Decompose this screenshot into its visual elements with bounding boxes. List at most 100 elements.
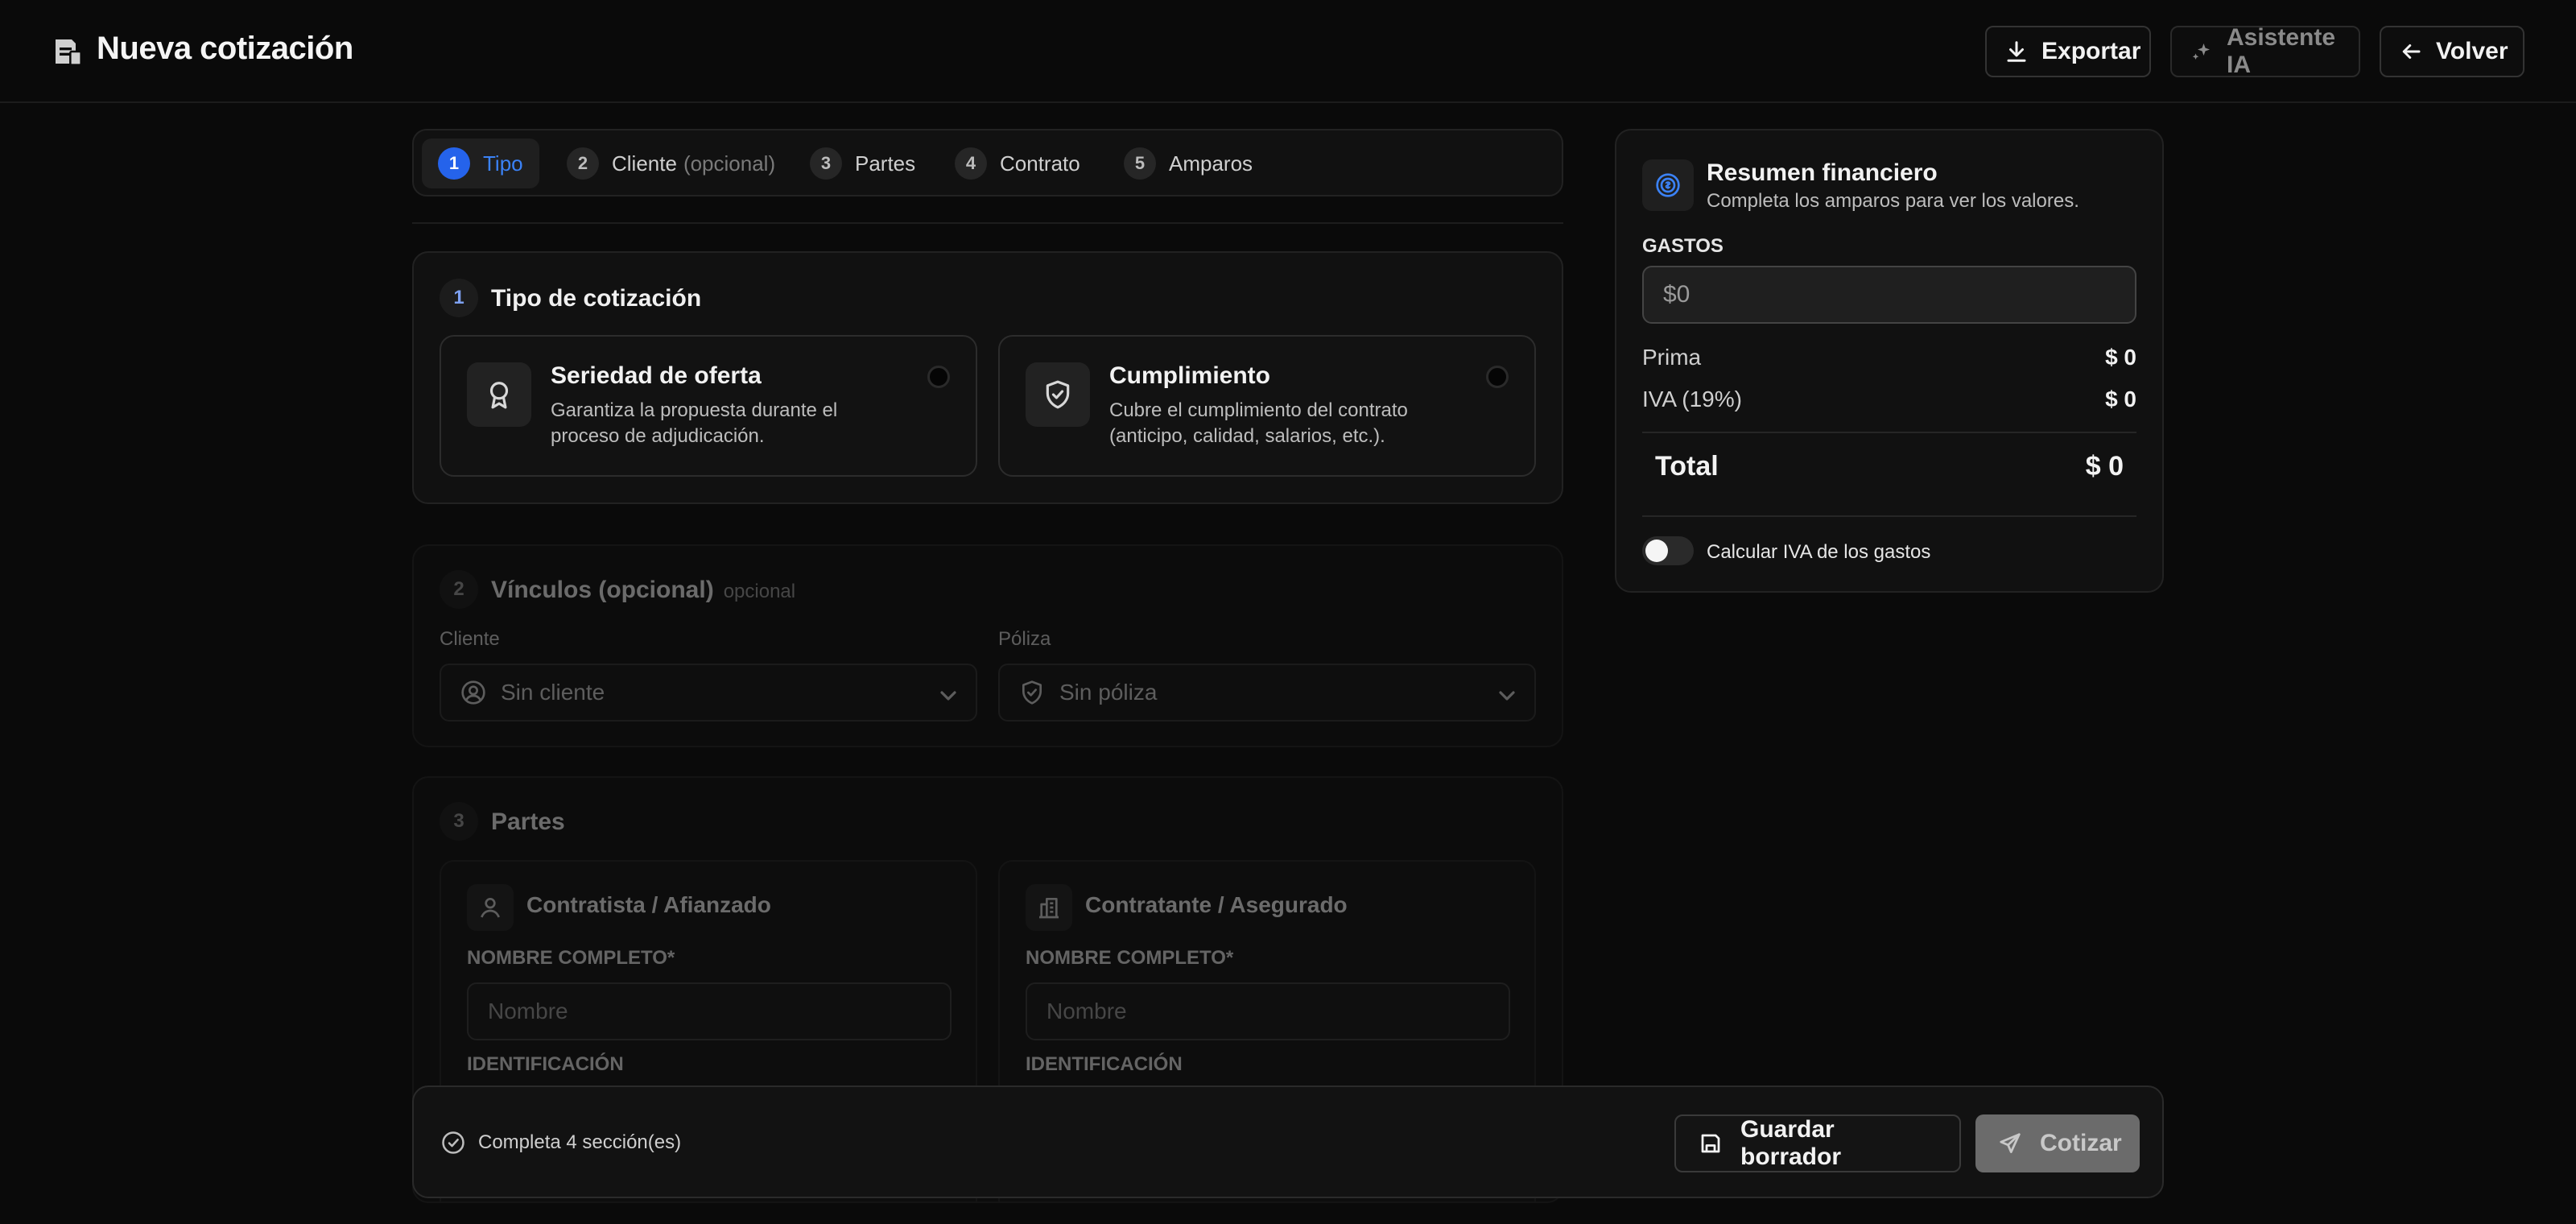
party-title: Contratante / Asegurado (1085, 892, 1348, 917)
iva-value: $ 0 (2105, 387, 2136, 411)
step-number: 3 (810, 147, 842, 180)
section-title: Vínculos (opcional) opcional (491, 577, 795, 604)
toggle-knob (1645, 540, 1668, 562)
expenses-input[interactable]: $0 (1642, 266, 2136, 324)
option-radio[interactable] (927, 366, 950, 388)
iva-row: IVA (19%) $ 0 (1642, 387, 2136, 412)
premium-value: $ 0 (2105, 345, 2136, 370)
id-label: IDENTIFICACIÓN (1026, 1053, 1183, 1075)
save-draft-label: Guardar borrador (1740, 1116, 1842, 1170)
divider (1642, 515, 2136, 517)
name-input[interactable]: Nombre (467, 982, 952, 1040)
export-button[interactable]: Exportar (1985, 26, 2151, 77)
total-value: $ 0 (2085, 451, 2124, 482)
sparkles-icon (2190, 39, 2214, 64)
send-icon (1998, 1131, 2022, 1156)
step-contrato[interactable]: 4 Contrato (939, 139, 1096, 188)
optional-tag: opcional (723, 581, 796, 602)
premium-label: Prima (1642, 345, 1702, 370)
chevron-down-icon (1494, 683, 1515, 704)
name-label: NOMBRE COMPLETO* (1026, 947, 1234, 969)
document-icon (52, 35, 84, 68)
section-tipo-cotizacion: 1 Tipo de cotización Seriedad de oferta … (412, 251, 1563, 504)
quote-button[interactable]: Cotizar (1975, 1114, 2140, 1172)
completion-status: Completa 4 sección(es) (441, 1131, 681, 1155)
dollar-circle-icon (1642, 159, 1694, 211)
option-title: Cumplimiento (1109, 362, 1270, 389)
policy-select[interactable]: Sin póliza (998, 664, 1536, 722)
step-number: 1 (438, 147, 470, 180)
expenses-label: GASTOS (1642, 235, 1724, 257)
check-circle-icon (441, 1131, 465, 1155)
summary-subtitle: Completa los amparos para ver los valore… (1707, 190, 2079, 212)
option-seriedad-oferta[interactable]: Seriedad de oferta Garantiza la propuest… (440, 335, 977, 477)
step-tipo[interactable]: 1 Tipo (422, 139, 539, 188)
step-label: Amparos (1169, 151, 1253, 176)
export-label: Exportar (2041, 38, 2141, 64)
top-bar: Nueva cotización Exportar Asistente IA V… (0, 0, 2576, 103)
step-label: Cliente (612, 151, 677, 176)
section-title: Partes (491, 808, 565, 835)
page-title: Nueva cotización (97, 31, 353, 66)
client-select[interactable]: Sin cliente (440, 664, 977, 722)
step-partes[interactable]: 3 Partes (794, 139, 931, 188)
step-label: Partes (855, 151, 916, 176)
summary-title: Resumen financiero (1707, 159, 1938, 186)
step-number: 2 (567, 147, 599, 180)
user-icon (467, 884, 514, 931)
option-cumplimiento[interactable]: Cumplimiento Cubre el cumplimiento del c… (998, 335, 1536, 477)
step-label: Tipo (483, 151, 523, 176)
section-number: 1 (440, 279, 478, 317)
step-number: 4 (955, 147, 987, 180)
premium-row: Prima $ 0 (1642, 345, 2136, 370)
award-icon (467, 362, 531, 427)
toggle-label: Calcular IVA de los gastos (1707, 541, 1931, 563)
financial-summary: Resumen financiero Completa los amparos … (1615, 129, 2164, 593)
chevron-down-icon (935, 683, 956, 704)
name-input[interactable]: Nombre (1026, 982, 1510, 1040)
total-label: Total (1655, 451, 1719, 482)
completion-status-text: Completa 4 sección(es) (478, 1131, 682, 1153)
shield-check-icon (1026, 362, 1090, 427)
back-label: Volver (2436, 38, 2508, 64)
download-icon (2004, 39, 2029, 64)
client-select-value: Sin cliente (501, 680, 605, 705)
building-icon (1026, 884, 1072, 931)
option-description: Garantiza la propuesta durante el proces… (551, 399, 838, 447)
client-label: Cliente (440, 628, 500, 650)
step-optional-suffix: (opcional) (683, 151, 776, 176)
policy-label: Póliza (998, 628, 1051, 650)
policy-select-value: Sin póliza (1059, 680, 1158, 705)
save-icon (1699, 1131, 1723, 1156)
divider (412, 222, 1563, 224)
step-cliente[interactable]: 2 Cliente (opcional) (551, 139, 791, 188)
step-number: 5 (1124, 147, 1156, 180)
section-number: 2 (440, 570, 478, 609)
shield-check-icon (1019, 680, 1045, 705)
arrow-left-icon (2399, 39, 2423, 64)
step-label: Contrato (1000, 151, 1080, 176)
step-amparos[interactable]: 5 Amparos (1108, 139, 1269, 188)
save-draft-button[interactable]: Guardar borrador (1674, 1114, 1961, 1172)
section-title-text: Vínculos (opcional) (491, 577, 714, 603)
id-label: IDENTIFICACIÓN (467, 1053, 624, 1075)
ai-assistant-label: Asistente IA (2227, 24, 2336, 78)
option-description: Cubre el cumplimiento del contrato (anti… (1109, 399, 1408, 447)
section-number: 3 (440, 802, 478, 841)
iva-label: IVA (19%) (1642, 387, 1742, 411)
stepper: 1 Tipo 2 Cliente (opcional) 3 Partes 4 C… (412, 129, 1563, 196)
total-row: Total $ 0 (1655, 451, 2124, 482)
quote-label: Cotizar (2040, 1130, 2122, 1156)
action-bar: Completa 4 sección(es) Guardar borrador … (412, 1085, 2164, 1198)
ai-assistant-button[interactable]: Asistente IA (2170, 24, 2360, 78)
iva-expenses-toggle[interactable] (1642, 536, 1694, 565)
option-radio[interactable] (1486, 366, 1509, 388)
option-title: Seriedad de oferta (551, 362, 762, 389)
name-label: NOMBRE COMPLETO* (467, 947, 675, 969)
section-title: Tipo de cotización (491, 285, 702, 312)
divider (1642, 432, 2136, 433)
party-title: Contratista / Afianzado (526, 892, 771, 917)
user-circle-icon (460, 680, 486, 705)
back-button[interactable]: Volver (2380, 26, 2524, 77)
section-vinculos: 2 Vínculos (opcional) opcional Cliente Si… (412, 544, 1563, 747)
